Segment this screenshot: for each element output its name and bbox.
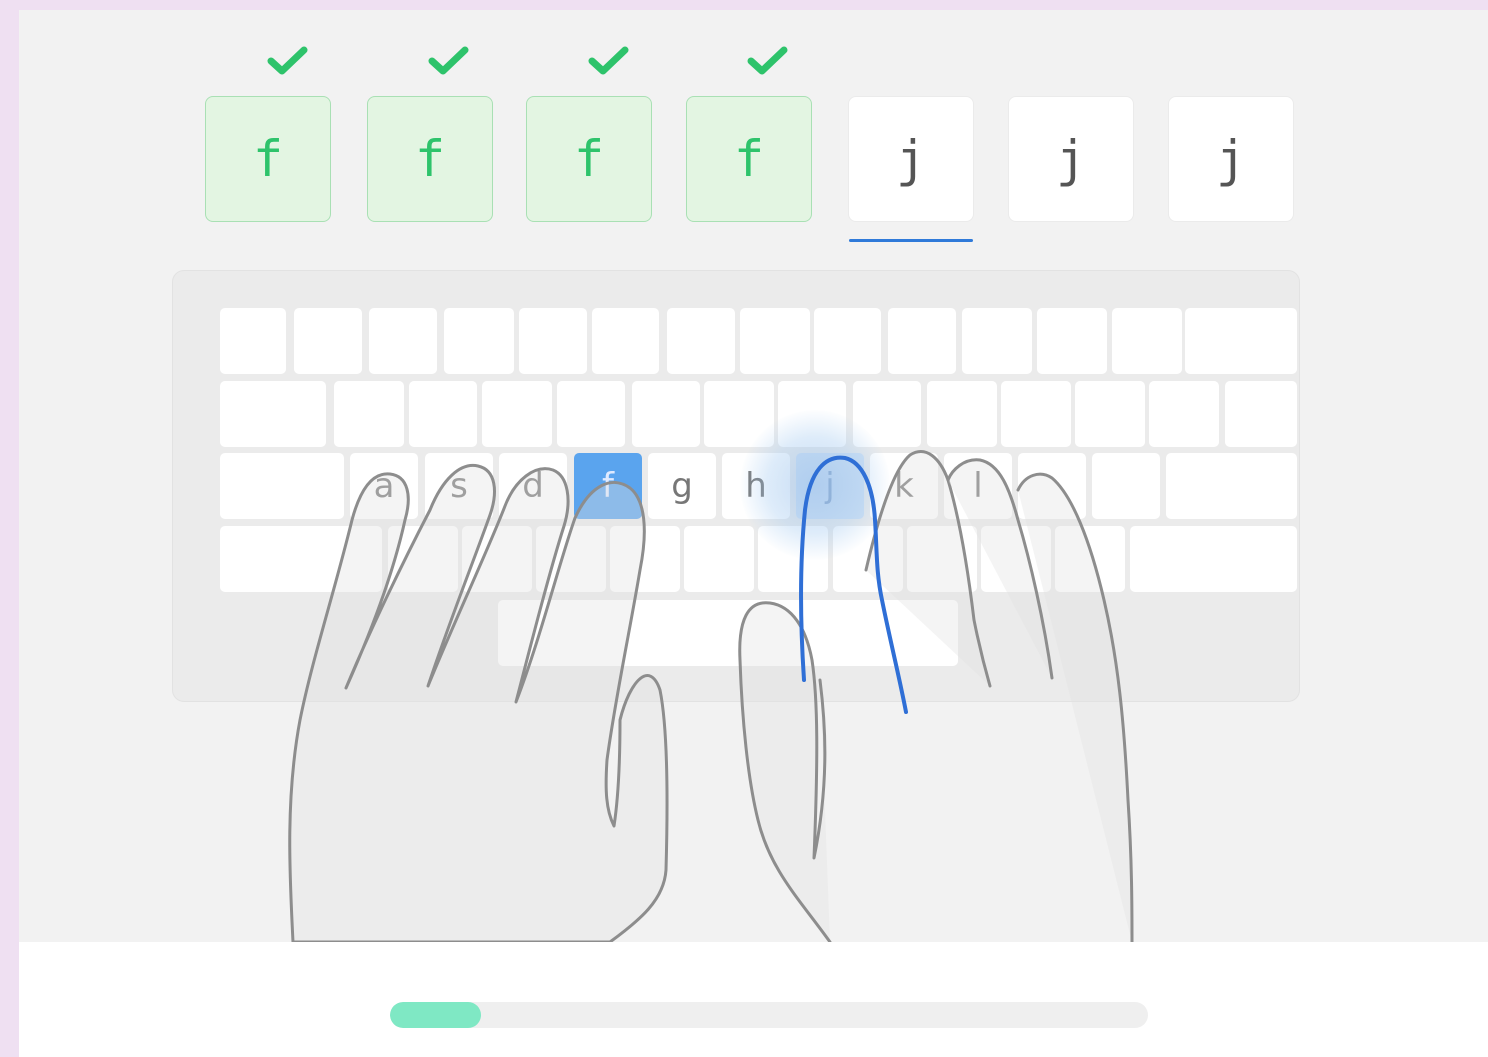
keyboard-key [1112,308,1182,374]
keyboard-key [814,308,881,374]
checkmark-icon [266,44,310,78]
keyboard-key [740,308,810,374]
keyboard-key [927,381,997,447]
keyboard-key [592,308,659,374]
keyboard-key [981,526,1051,592]
keyboard-key [1149,381,1219,447]
sequence-char: f [414,130,446,188]
sequence-char: f [573,130,605,188]
keyboard-key [632,381,700,447]
keyboard-key [220,526,382,592]
sequence-char-box: f [686,96,812,222]
sequence-char: j [1055,130,1087,188]
key-l: l [944,453,1012,519]
keyboard-key [388,526,458,592]
key-s: s [425,453,493,519]
keyboard-key [704,381,774,447]
keyboard-key [1055,526,1125,592]
keyboard-key [220,308,286,374]
keyboard-key [1075,381,1145,447]
keyboard-key [1225,381,1297,447]
sequence-char: f [733,130,765,188]
key-h: h [722,453,790,519]
keyboard-key [962,308,1032,374]
keyboard-key [778,381,846,447]
spacebar-key [498,600,958,666]
sequence-char-box: f [526,96,652,222]
key-d: d [499,453,567,519]
sequence-char: j [895,130,927,188]
checkmark-icon [427,44,471,78]
keyboard-key [1130,526,1297,592]
checkmark-icon [746,44,790,78]
keyboard-key [684,526,754,592]
key-a: a [350,453,418,519]
keyboard-key [220,381,326,447]
keyboard-key [536,526,606,592]
keyboard-key [482,381,552,447]
keyboard-key [1001,381,1071,447]
keyboard-key [444,308,514,374]
keyboard-key [1018,453,1086,519]
keyboard-key [557,381,625,447]
key-g: g [648,453,716,519]
typing-cursor [849,239,973,242]
keyboard-key [907,526,977,592]
sequence-char: j [1215,130,1247,188]
footer-panel [19,942,1488,1057]
keyboard-key [667,308,735,374]
keyboard-key [1092,453,1160,519]
sequence-char-box: j [1008,96,1134,222]
key-k: k [870,453,938,519]
keyboard-key [758,526,828,592]
keyboard-key [462,526,532,592]
sequence-char: f [252,130,284,188]
key-j: j [796,453,864,519]
sequence-char-box: f [205,96,331,222]
sequence-char-box: f [367,96,493,222]
keyboard-key [294,308,362,374]
sequence-char-box: j [1168,96,1294,222]
progress-bar [390,1002,1148,1028]
keyboard-key [369,308,437,374]
progress-fill [390,1002,481,1028]
keyboard-key [1166,453,1297,519]
keyboard-key [888,308,956,374]
keyboard-key [519,308,587,374]
keyboard-key [610,526,680,592]
keyboard-key [334,381,404,447]
keyboard-key [1185,308,1297,374]
keyboard-key [1037,308,1107,374]
checkmark-icon [587,44,631,78]
keyboard-key [220,453,344,519]
sequence-char-box-current: j [848,96,974,222]
keyboard-key [853,381,921,447]
keyboard-key [833,526,903,592]
keyboard-key [409,381,477,447]
key-f: f [574,453,642,519]
